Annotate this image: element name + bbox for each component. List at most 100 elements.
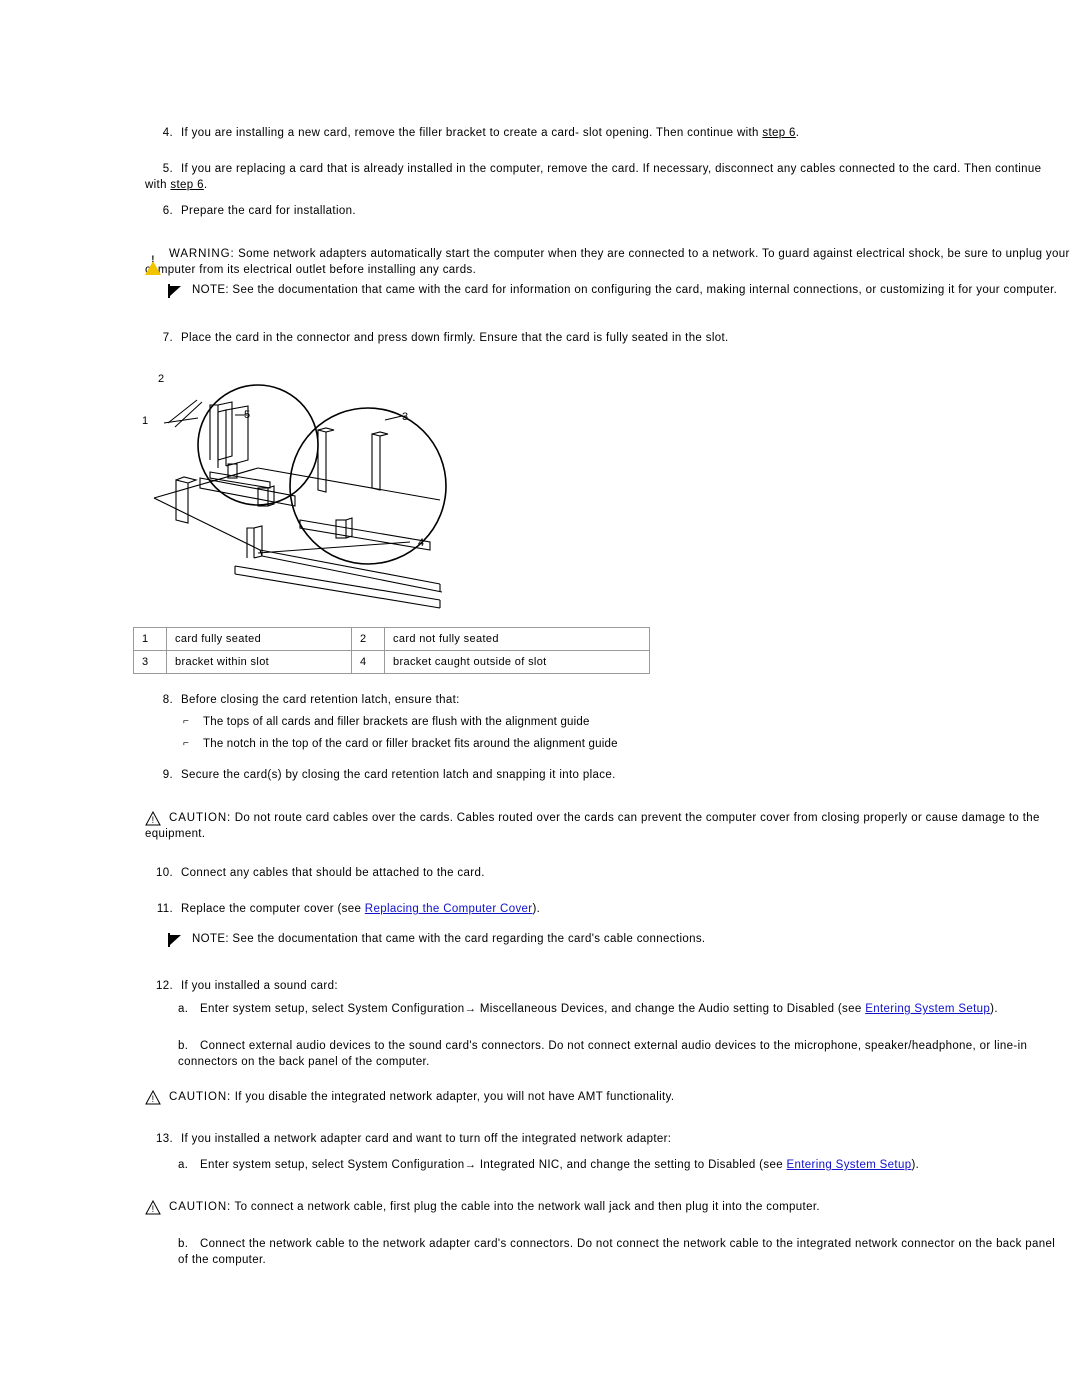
step-13b-body: Connect the network cable to the network… xyxy=(178,1238,1056,1266)
step-8-body: Before closing the card retention latch,… xyxy=(181,694,460,706)
legend-text-2: card not fully seated xyxy=(384,627,650,651)
caution-icon: ! xyxy=(145,810,163,827)
caution-text: Do not route card cables over the cards.… xyxy=(145,812,1040,840)
legend-text-1: card fully seated xyxy=(166,627,352,651)
step-13b: b. Connect the network cable to the netw… xyxy=(178,1236,1068,1268)
bullet-2-text: The notch in the top of the card or fill… xyxy=(203,738,618,750)
caution-triangle-icon: ! xyxy=(145,810,161,826)
step-13a-text-2: Integrated NIC, and change the setting t… xyxy=(476,1159,787,1171)
step-4-body: If you are installing a new card, remove… xyxy=(181,127,809,139)
note-text: See the documentation that came with the… xyxy=(228,933,706,945)
step-7: 7. Place the card in the connector and p… xyxy=(145,330,1065,346)
step-13a-body: Enter system setup, select System Config… xyxy=(200,1159,929,1171)
step-5: 5. If you are replacing a card that is a… xyxy=(145,161,1065,193)
caution-triangle-icon: ! xyxy=(145,1199,161,1215)
caution-text: If you disable the integrated network ad… xyxy=(231,1091,675,1103)
caution-keyword: CAUTION: xyxy=(169,1201,232,1213)
step-5-number: 5. xyxy=(162,163,173,175)
step-4-number: 4. xyxy=(162,127,173,139)
link-entering-system-setup-2[interactable]: Entering System Setup xyxy=(787,1159,912,1171)
step-11-number: 11. xyxy=(156,903,173,915)
note-documentation-card-body: NOTE: See the documentation that came wi… xyxy=(192,284,1067,296)
step-10-body: Connect any cables that should be attach… xyxy=(181,867,485,879)
bullet-marker-icon: ⌐ xyxy=(183,716,190,727)
caution-amt: ! CAUTION: If you disable the integrated… xyxy=(145,1089,1070,1105)
legend-text-4: bracket caught outside of slot xyxy=(384,650,650,674)
legend-num-2: 2 xyxy=(351,627,385,651)
card-seating-figure: 2 1 5 3 4 xyxy=(140,360,620,610)
step-11-text-2: ). xyxy=(532,903,541,915)
caution-card-cables: ! CAUTION: Do not route card cables over… xyxy=(145,810,1070,842)
svg-text:!: ! xyxy=(152,1094,155,1104)
note-icon xyxy=(168,283,186,299)
table-row: 1 card fully seated 2 card not fully sea… xyxy=(133,627,650,651)
step-11-body: Replace the computer cover (see Replacin… xyxy=(181,903,550,915)
step-4-link-step6[interactable]: step 6 xyxy=(762,127,795,139)
step-9-body: Secure the card(s) by closing the card r… xyxy=(181,769,616,781)
warning-keyword: WARNING: xyxy=(169,248,235,260)
step-9: 9. Secure the card(s) by closing the car… xyxy=(145,767,1065,783)
table-row: 3 bracket within slot 4 bracket caught o… xyxy=(133,650,650,674)
note-keyword: NOTE: xyxy=(192,284,229,296)
step-13a: a. Enter system setup, select System Con… xyxy=(178,1157,1068,1173)
step-12a-body: Enter system setup, select System Config… xyxy=(200,1003,1008,1015)
bullet-item-2: ⌐ The notch in the top of the card or fi… xyxy=(183,736,983,752)
caution-card-cables-body: CAUTION: Do not route card cables over t… xyxy=(145,812,1040,840)
step-13a-label: a. xyxy=(178,1159,189,1171)
step-13-body: If you installed a network adapter card … xyxy=(181,1133,672,1145)
step-10-number: 10. xyxy=(155,867,173,879)
step-13b-label: b. xyxy=(178,1238,189,1250)
step-12b: b. Connect external audio devices to the… xyxy=(178,1038,1068,1070)
note-documentation-card: NOTE: See the documentation that came wi… xyxy=(168,282,1068,298)
step-8-number: 8. xyxy=(162,694,173,706)
step-5-text-1: If you are replacing a card that is alre… xyxy=(145,163,1042,191)
figure-legend-table: 1 card fully seated 2 card not fully sea… xyxy=(133,627,650,674)
caution-amt-body: CAUTION: If you disable the integrated n… xyxy=(169,1091,684,1103)
caution-icon: ! xyxy=(145,1089,163,1106)
step-6-body: Prepare the card for installation. xyxy=(181,205,356,217)
bullet-1-text: The tops of all cards and filler bracket… xyxy=(203,716,590,728)
step-5-text-2: . xyxy=(203,179,208,191)
figure-callout-1: 1 xyxy=(142,415,148,427)
figure-callout-3: 3 xyxy=(402,411,408,423)
step-13a-text-1: Enter system setup, select System Config… xyxy=(200,1159,465,1171)
step-12a-arrow-icon: → xyxy=(464,1003,477,1015)
caution-triangle-icon: ! xyxy=(145,1089,161,1105)
legend-num-1: 1 xyxy=(133,627,167,651)
link-entering-system-setup-1[interactable]: Entering System Setup xyxy=(865,1003,990,1015)
step-7-number: 7. xyxy=(162,332,173,344)
caution-network-cable-body: CAUTION: To connect a network cable, fir… xyxy=(169,1201,830,1213)
note-cable-connections-body: NOTE: See the documentation that came wi… xyxy=(192,933,715,945)
step-12: 12. If you installed a sound card: xyxy=(145,978,1065,994)
warning-text: Some network adapters automatically star… xyxy=(145,248,1070,276)
document-page: 4. If you are installing a new card, rem… xyxy=(0,0,1080,1397)
step-11: 11. Replace the computer cover (see Repl… xyxy=(145,901,1065,917)
step-4: 4. If you are installing a new card, rem… xyxy=(145,125,1065,141)
step-5-link-step6[interactable]: step 6 xyxy=(170,179,203,191)
caution-text: To connect a network cable, first plug t… xyxy=(231,1201,820,1213)
svg-text:!: ! xyxy=(152,815,155,825)
step-4-text-2: . xyxy=(795,127,800,139)
step-12a-text-1: Enter system setup, select System Config… xyxy=(200,1003,465,1015)
link-replacing-computer-cover[interactable]: Replacing the Computer Cover xyxy=(365,903,533,915)
step-13: 13. If you installed a network adapter c… xyxy=(145,1131,1065,1147)
warning-network-adapters-body: WARNING: Some network adapters automatic… xyxy=(145,248,1070,276)
legend-text-3: bracket within slot xyxy=(166,650,352,674)
step-10: 10. Connect any cables that should be at… xyxy=(145,865,1065,881)
step-8: 8. Before closing the card retention lat… xyxy=(145,692,1065,708)
legend-num-4: 4 xyxy=(351,650,385,674)
bullet-item-1: ⌐ The tops of all cards and filler brack… xyxy=(183,714,983,730)
step-12-body: If you installed a sound card: xyxy=(181,980,338,992)
step-12b-label: b. xyxy=(178,1040,189,1052)
step-6: 6. Prepare the card for installation. xyxy=(145,203,1065,219)
step-13-number: 13. xyxy=(155,1133,173,1145)
step-12a-text-2: Miscellaneous Devices, and change the Au… xyxy=(476,1003,866,1015)
note-icon xyxy=(168,932,186,948)
note-text: See the documentation that came with the… xyxy=(228,284,1058,296)
step-9-number: 9. xyxy=(162,769,173,781)
note-cable-connections: NOTE: See the documentation that came wi… xyxy=(168,931,1068,947)
legend-num-3: 3 xyxy=(133,650,167,674)
caution-keyword: CAUTION: xyxy=(169,1091,232,1103)
step-7-body: Place the card in the connector and pres… xyxy=(181,332,729,344)
figure-callout-4: 4 xyxy=(418,537,424,549)
